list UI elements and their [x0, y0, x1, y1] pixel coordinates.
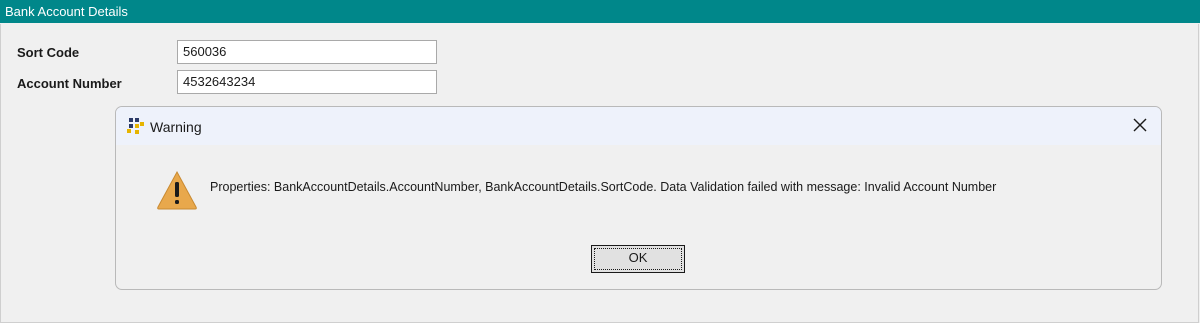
ok-button[interactable]: OK: [591, 245, 685, 273]
account-number-label: Account Number: [17, 76, 122, 91]
sort-code-field[interactable]: 560036: [177, 40, 437, 64]
window-titlebar: Bank Account Details: [0, 0, 1200, 23]
sort-code-label: Sort Code: [17, 45, 80, 60]
window-title: Bank Account Details: [5, 4, 128, 19]
dialog-title: Warning: [150, 119, 202, 135]
dialog-titlebar: Warning: [116, 107, 1161, 145]
warning-message: Properties: BankAccountDetails.AccountNu…: [210, 180, 997, 194]
app-logo-icon: [127, 118, 144, 134]
warning-dialog: Warning Properties: BankAccountDetails.A…: [115, 106, 1162, 290]
close-icon[interactable]: [1131, 116, 1149, 134]
account-number-field[interactable]: 4532643234: [177, 70, 437, 94]
warning-icon: [157, 170, 197, 210]
